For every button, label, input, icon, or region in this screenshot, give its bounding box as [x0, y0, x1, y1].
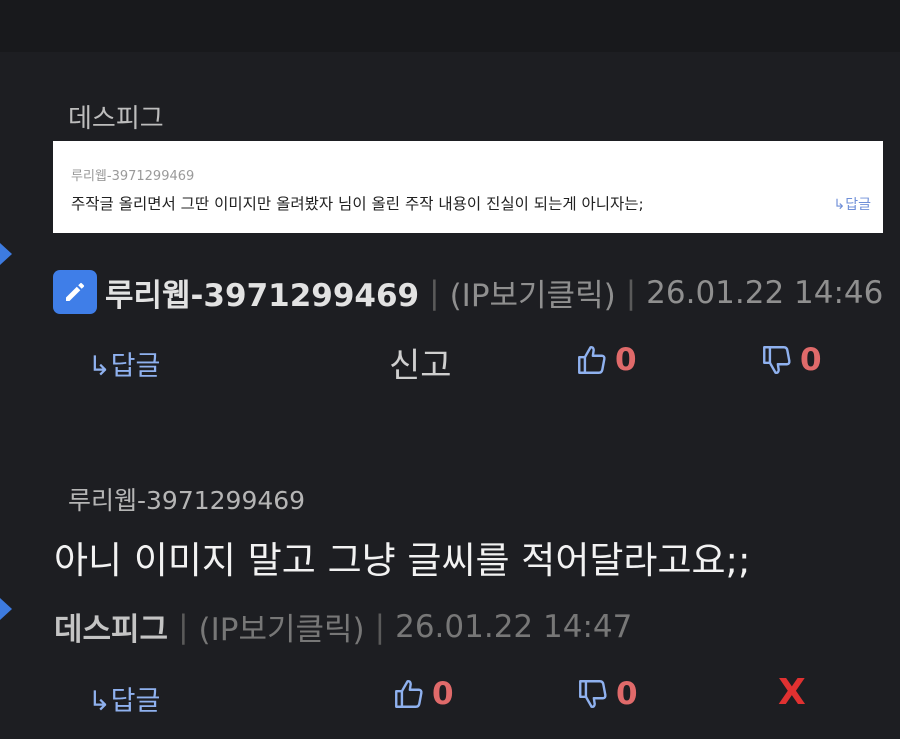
ip-view-link[interactable]: (IP보기클릭) — [199, 604, 365, 649]
meta-separator: | — [429, 274, 440, 311]
thumbs-up-icon — [395, 679, 423, 708]
upvote-count: 0 — [615, 342, 637, 378]
reply-button[interactable]: ↳답글 — [88, 679, 160, 718]
meta-separator: | — [178, 608, 189, 645]
triangle-marker-icon — [0, 243, 12, 265]
triangle-marker-icon — [0, 598, 12, 620]
reply-target-name[interactable]: 데스피그 — [68, 98, 164, 135]
comment-text: 아니 이미지 말고 그냥 글씨를 적어달라고요;; — [54, 539, 751, 582]
comment-meta: 루리웹-3971299469 | (IP보기클릭) | 26.01.22 14:… — [105, 270, 883, 315]
meta-separator: | — [625, 274, 637, 311]
thumbs-up-icon — [578, 345, 606, 374]
quoted-comment-image: 루리웹-3971299469 주작글 올리면서 그딴 이미지만 올려봤자 님이 … — [53, 141, 883, 233]
timestamp: 26.01.22 14:47 — [395, 608, 633, 645]
thumbs-down-icon — [763, 346, 791, 375]
reply-button[interactable]: ↳답글 — [88, 344, 160, 383]
pencil-icon[interactable] — [53, 270, 97, 314]
quoted-author: 루리웹-3971299469 — [71, 169, 195, 184]
quoted-reply-link: ↳답글 — [833, 197, 872, 213]
downvote-button[interactable]: 0 — [760, 342, 822, 378]
comment-meta: 데스피그 | (IP보기클릭) | 26.01.22 14:47 — [54, 604, 632, 649]
top-divider-band — [0, 0, 900, 52]
downvote-button[interactable]: 0 — [576, 676, 638, 712]
upvote-count: 0 — [432, 676, 454, 712]
upvote-button[interactable]: 0 — [392, 676, 454, 712]
thumbs-down-icon — [579, 680, 607, 709]
reply-target-name[interactable]: 루리웹-3971299469 — [68, 481, 305, 517]
downvote-count: 0 — [800, 342, 822, 378]
downvote-count: 0 — [616, 676, 638, 712]
delete-button[interactable]: X — [778, 672, 806, 713]
report-button[interactable]: 신고 — [389, 338, 452, 387]
quoted-text: 주작글 올리면서 그딴 이미지만 올려봤자 님이 올린 주작 내용이 진실이 되… — [71, 195, 644, 213]
upvote-button[interactable]: 0 — [575, 342, 637, 378]
ip-view-link[interactable]: (IP보기클릭) — [450, 270, 616, 315]
author-name[interactable]: 데스피그 — [54, 604, 168, 649]
author-name[interactable]: 루리웹-3971299469 — [105, 270, 419, 315]
timestamp: 26.01.22 14:46 — [646, 274, 884, 311]
meta-separator: | — [374, 608, 386, 645]
